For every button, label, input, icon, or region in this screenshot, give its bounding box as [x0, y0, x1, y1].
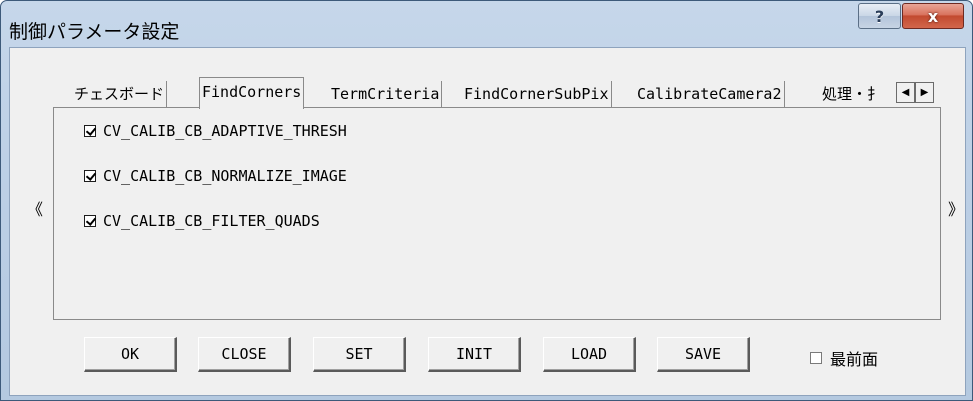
- tab-termcriteria[interactable]: TermCriteria: [329, 81, 443, 107]
- checkbox-adaptive-thresh[interactable]: [84, 125, 96, 137]
- tab-findcornersubpix[interactable]: FindCornerSubPix: [462, 81, 612, 107]
- checkbox-normalize-image[interactable]: [84, 170, 96, 182]
- always-on-top-option[interactable]: 最前面: [810, 346, 878, 370]
- set-button[interactable]: SET: [313, 337, 406, 372]
- ok-button[interactable]: OK: [84, 337, 177, 372]
- save-button[interactable]: SAVE: [657, 337, 750, 372]
- checkbox-filter-quads[interactable]: [84, 215, 96, 227]
- window-title: 制御パラメータ設定: [9, 21, 180, 43]
- client-area: 《 》 チェスボード FindCorners TermCriteria Find…: [9, 47, 966, 396]
- init-button[interactable]: INIT: [428, 337, 521, 372]
- always-on-top-label: 最前面: [830, 350, 879, 369]
- close-window-button[interactable]: x: [902, 3, 964, 29]
- findcorners-panel: CV_CALIB_CB_ADAPTIVE_THRESH CV_CALIB_CB_…: [53, 107, 941, 320]
- prev-page-arrow[interactable]: 《: [27, 196, 43, 220]
- option-filter-quads[interactable]: CV_CALIB_CB_FILTER_QUADS: [84, 212, 320, 230]
- tab-chessboard[interactable]: チェスボード: [72, 81, 168, 107]
- load-button[interactable]: LOAD: [543, 337, 636, 372]
- title-bar[interactable]: 制御パラメータ設定 ? x: [1, 1, 972, 47]
- checkbox-always-on-top[interactable]: [810, 352, 822, 364]
- tab-scroll-left-icon[interactable]: ◀: [896, 82, 915, 103]
- option-label: CV_CALIB_CB_FILTER_QUADS: [103, 212, 320, 230]
- option-label: CV_CALIB_CB_ADAPTIVE_THRESH: [103, 122, 347, 140]
- tab-strip: チェスボード FindCorners TermCriteria FindCorn…: [68, 77, 948, 109]
- tab-processing[interactable]: 処理・扌: [820, 81, 896, 107]
- close-button[interactable]: CLOSE: [198, 337, 291, 372]
- help-button[interactable]: ?: [858, 3, 901, 29]
- option-normalize-image[interactable]: CV_CALIB_CB_NORMALIZE_IMAGE: [84, 167, 347, 185]
- tab-findcorners[interactable]: FindCorners: [199, 77, 305, 109]
- option-label: CV_CALIB_CB_NORMALIZE_IMAGE: [103, 167, 347, 185]
- tab-calibratecamera2[interactable]: CalibrateCamera2: [635, 81, 785, 107]
- next-page-arrow[interactable]: 》: [948, 196, 964, 220]
- option-adaptive-thresh[interactable]: CV_CALIB_CB_ADAPTIVE_THRESH: [84, 122, 347, 140]
- tab-scroll-right-icon[interactable]: ▶: [915, 82, 934, 103]
- dialog-window: 制御パラメータ設定 ? x 《 》 チェスボード FindCorners Ter…: [0, 0, 973, 401]
